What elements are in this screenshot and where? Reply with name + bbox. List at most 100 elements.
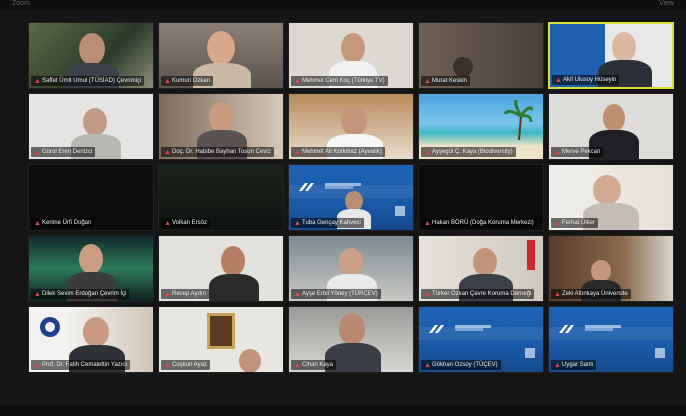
mic-muted-icon: ▲ bbox=[164, 290, 171, 298]
mic-muted-icon: ▲ bbox=[34, 290, 41, 298]
video-gallery-stage: ▲ Saffet Ümit Umul (TÜSİAD) Çevrimiçi ▲ Ku… bbox=[0, 10, 686, 405]
participant-name: Tuba Gençay Kahveci bbox=[302, 220, 361, 226]
participant-avatar bbox=[207, 31, 235, 65]
mic-muted-icon: ▲ bbox=[164, 219, 171, 227]
mic-muted-icon: ▲ bbox=[34, 219, 41, 227]
participant-name-bar: ▲ Gökhan Ozsoy (TÜÇEV) bbox=[421, 360, 501, 370]
participant-avatar bbox=[83, 108, 107, 136]
mic-muted-icon: ▲ bbox=[294, 361, 301, 369]
participant-name: Dilek Sevim Erdoğan Çevrim İçi bbox=[42, 291, 127, 297]
participant-name: Gökhan Ozsoy (TÜÇEV) bbox=[432, 362, 498, 368]
mic-muted-icon: ▲ bbox=[555, 76, 562, 84]
participant-avatar bbox=[603, 104, 625, 132]
mic-muted-icon: ▲ bbox=[34, 148, 41, 156]
participant-name-bar: ▲ Saffet Ümit Umul (TÜSİAD) Çevrimiçi bbox=[31, 76, 145, 86]
participant-tile[interactable]: ▲ Murat Keskin bbox=[418, 22, 544, 89]
participant-name: Hakan BÖRÜ (Doğa Koruma Merkezi) bbox=[432, 220, 534, 226]
participant-tile[interactable]: ▲ Kumuri Ozkan bbox=[158, 22, 284, 89]
participant-tile[interactable]: ▲ Cihan Kaya bbox=[288, 306, 414, 373]
participant-tile[interactable]: ▲ Coşkun Ayaz bbox=[158, 306, 284, 373]
mic-muted-icon: ▲ bbox=[294, 77, 301, 85]
participant-name: Ferhat Ülker bbox=[562, 220, 596, 226]
participant-avatar bbox=[593, 175, 621, 205]
participant-tile[interactable]: ▲ Uygar Sanlı bbox=[548, 306, 674, 373]
participant-name-bar: ▲ Kumuri Ozkan bbox=[161, 76, 214, 86]
mic-muted-icon: ▲ bbox=[554, 290, 561, 298]
participant-tile[interactable]: ▲ Ayşe Erbil Yöney (TÜRÇEV) bbox=[288, 235, 414, 302]
participant-name-bar: ▲ Prof. Dr. Fatih Cemalettin Yazıcı bbox=[31, 360, 131, 370]
gallery-grid: ▲ Saffet Ümit Umul (TÜSİAD) Çevrimiçi ▲ Ku… bbox=[28, 22, 674, 373]
meeting-controls-bar bbox=[0, 405, 686, 416]
participant-name: Doç. Dr. Habibe Bayhan Tosun Ceviz bbox=[172, 149, 271, 155]
mic-muted-icon: ▲ bbox=[424, 77, 431, 85]
participant-name-bar: ▲ Türker Özkan Çevre Koruma Derneği bbox=[421, 289, 535, 299]
participant-avatar bbox=[209, 102, 233, 132]
participant-body bbox=[209, 274, 259, 301]
participant-name: Kumuri Ozkan bbox=[172, 78, 211, 84]
flag-icon bbox=[527, 240, 535, 270]
participant-tile[interactable]: ▲ Hakan BÖRÜ (Doğa Koruma Merkezi) bbox=[418, 164, 544, 231]
mic-muted-icon: ▲ bbox=[554, 361, 561, 369]
mic-muted-icon: ▲ bbox=[294, 219, 301, 227]
participant-avatar bbox=[79, 244, 103, 274]
participant-name-bar: ▲ Coşkun Ayaz bbox=[161, 360, 210, 370]
participant-name-bar: ▲ Murat Keskin bbox=[421, 76, 471, 86]
participant-name-bar: ▲ Mehmet Ali Korkmaz (Ayvalık) bbox=[291, 147, 385, 157]
participant-avatar bbox=[79, 33, 105, 65]
participant-name: Ayşe Erbil Yöney (TÜRÇEV) bbox=[302, 291, 378, 297]
participant-name: Mehmet Ali Korkmaz (Ayvalık) bbox=[302, 149, 382, 155]
participant-tile[interactable]: ▲ Tuba Gençay Kahveci bbox=[288, 164, 414, 231]
participant-avatar bbox=[341, 106, 367, 136]
participant-tile[interactable]: ▲ Doç. Dr. Habibe Bayhan Tosun Ceviz bbox=[158, 93, 284, 160]
participant-avatar bbox=[453, 57, 473, 77]
active-speaker-tile[interactable]: ▲ Akif Ulusoy Hüseyin bbox=[548, 22, 674, 89]
app-label: Zoom bbox=[12, 0, 30, 7]
participant-tile[interactable]: ▲ Ferhat Ülker bbox=[548, 164, 674, 231]
participant-tile[interactable]: ▲ Gökhan Ozsoy (TÜÇEV) bbox=[418, 306, 544, 373]
wall-portrait-icon bbox=[207, 313, 235, 349]
view-menu[interactable]: View bbox=[659, 0, 674, 7]
participant-tile[interactable]: ▲ Mehmet Ali Korkmaz (Ayvalık) bbox=[288, 93, 414, 160]
window-top-bar: Zoom View bbox=[0, 0, 686, 10]
participant-name: Recep Aydın bbox=[172, 291, 206, 297]
participant-tile[interactable]: ▲ Ayşegül Ç. Kaya (Biodiversity) bbox=[418, 93, 544, 160]
mic-muted-icon: ▲ bbox=[294, 148, 301, 156]
participant-name-bar: ▲ Doç. Dr. Habibe Bayhan Tosun Ceviz bbox=[161, 147, 274, 157]
participant-name-bar: ▲ Recep Aydın bbox=[161, 289, 209, 299]
participant-tile[interactable]: ▲ Gürol Eren Denizci bbox=[28, 93, 154, 160]
participant-name-bar: ▲ Ayşe Erbil Yöney (TÜRÇEV) bbox=[291, 289, 381, 299]
participant-tile[interactable]: ▲ Kerime Ürfi Doğan bbox=[28, 164, 154, 231]
mic-muted-icon: ▲ bbox=[294, 290, 301, 298]
logo-icon bbox=[429, 324, 444, 333]
participant-name-bar: ▲ Hakan BÖRÜ (Doğa Koruma Merkezi) bbox=[421, 218, 537, 228]
participant-name-bar: ▲ Gürol Eren Denizci bbox=[31, 147, 96, 157]
institution-logo-icon bbox=[40, 317, 60, 337]
participant-name: Mehmet Cem Koç (Türkiye TV) bbox=[302, 78, 385, 84]
participant-tile[interactable]: ▲ Merve Pekcan bbox=[548, 93, 674, 160]
participant-name: Gürol Eren Denizci bbox=[42, 149, 93, 155]
participant-tile[interactable]: ▲ Saffet Ümit Umul (TÜSİAD) Çevrimiçi bbox=[28, 22, 154, 89]
participant-name-bar: ▲ Volkan Ersöz bbox=[161, 218, 211, 228]
participant-avatar bbox=[221, 246, 245, 276]
participant-tile[interactable]: ▲ Prof. Dr. Fatih Cemalettin Yazıcı bbox=[28, 306, 154, 373]
participant-name: Saffet Ümit Umul (TÜSİAD) Çevrimiçi bbox=[42, 78, 142, 84]
palm-tree-icon bbox=[503, 98, 535, 141]
participant-avatar bbox=[83, 317, 109, 347]
participant-avatar bbox=[591, 260, 611, 282]
participant-tile[interactable]: ▲ Dilek Sevim Erdoğan Çevrim İçi bbox=[28, 235, 154, 302]
participant-name: Coşkun Ayaz bbox=[172, 362, 207, 368]
participant-name-bar: ▲ Dilek Sevim Erdoğan Çevrim İçi bbox=[31, 289, 130, 299]
mic-muted-icon: ▲ bbox=[424, 290, 431, 298]
participant-tile[interactable]: ▲ Türker Özkan Çevre Koruma Derneği bbox=[418, 235, 544, 302]
participant-name: Cihan Kaya bbox=[302, 362, 334, 368]
participant-name-bar: ▲ Zeki Altınkaya Üniversite bbox=[551, 289, 631, 299]
participant-tile[interactable]: ▲ Volkan Ersöz bbox=[158, 164, 284, 231]
participant-name-bar: ▲ Merve Pekcan bbox=[551, 147, 604, 157]
participant-tile[interactable]: ▲ Zeki Altınkaya Üniversite bbox=[548, 235, 674, 302]
mic-muted-icon: ▲ bbox=[424, 148, 431, 156]
participant-tile[interactable]: ▲ Mehmet Cem Koç (Türkiye TV) bbox=[288, 22, 414, 89]
participant-name: Türker Özkan Çevre Koruma Derneği bbox=[432, 291, 532, 297]
participant-tile[interactable]: ▲ Recep Aydın bbox=[158, 235, 284, 302]
mic-muted-icon: ▲ bbox=[554, 148, 561, 156]
participant-name: Volkan Ersöz bbox=[172, 220, 208, 226]
